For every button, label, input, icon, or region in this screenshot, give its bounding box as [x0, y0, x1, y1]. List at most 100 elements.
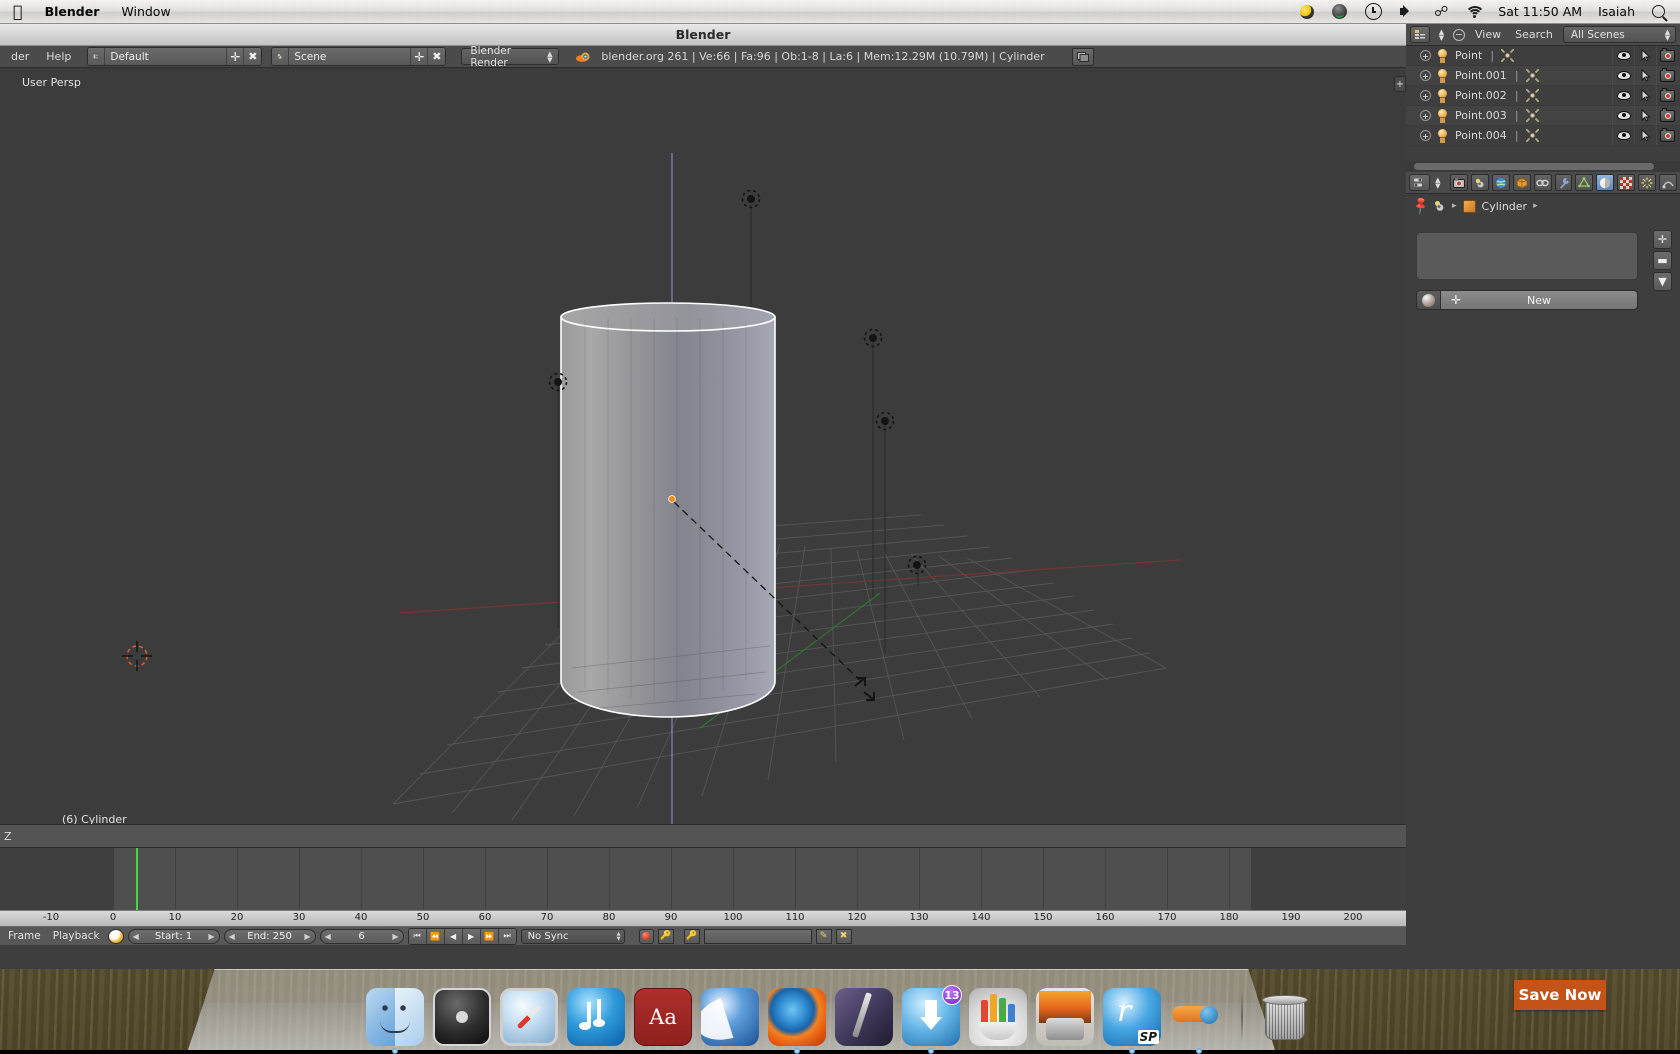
- constraints-tab[interactable]: [1534, 174, 1552, 191]
- object-tab[interactable]: [1513, 174, 1531, 191]
- report-icon[interactable]: [1072, 48, 1094, 66]
- material-sphere-icon[interactable]: [1416, 290, 1440, 310]
- eye-icon[interactable]: [1612, 66, 1634, 85]
- add-material-slot-icon[interactable]: ✛: [1653, 230, 1672, 249]
- screen-layout-name[interactable]: Default: [105, 48, 227, 65]
- jump-to-end-icon[interactable]: ⏭: [499, 929, 516, 944]
- scene-icon[interactable]: [272, 48, 289, 65]
- camera-icon[interactable]: [1656, 126, 1678, 145]
- cursor-icon[interactable]: [1634, 86, 1656, 105]
- face-icon[interactable]: [1323, 4, 1356, 19]
- dock-item-finder[interactable]: [366, 988, 424, 1046]
- scene-tab[interactable]: [1471, 174, 1489, 191]
- camera-icon[interactable]: [1656, 86, 1678, 105]
- material-slot-list[interactable]: [1416, 232, 1638, 280]
- lamp-data-icon[interactable]: [1526, 129, 1539, 142]
- eye-icon[interactable]: [1612, 106, 1634, 125]
- jump-to-start-icon[interactable]: ⏮: [409, 929, 427, 944]
- properties-editor[interactable]: ▲▼ 📌 ▸ Cylinder ▸ ✛ ▬ ▼: [1406, 172, 1680, 969]
- render-tab[interactable]: [1450, 174, 1468, 191]
- dock-item-google-earth[interactable]: [701, 988, 759, 1046]
- dock-item-brush-app[interactable]: [835, 988, 893, 1046]
- menu-help[interactable]: Help: [39, 48, 78, 66]
- breadcrumb-object-name[interactable]: Cylinder: [1482, 200, 1528, 213]
- particles-tab[interactable]: [1638, 174, 1656, 191]
- play-icon[interactable]: ▶: [463, 929, 481, 944]
- properties-editor-icon[interactable]: [1409, 174, 1430, 191]
- camera-icon[interactable]: [1656, 106, 1678, 125]
- keying-set-icon[interactable]: 🔑: [658, 929, 674, 944]
- time-machine-icon[interactable]: [1356, 3, 1391, 20]
- display-mode-icon[interactable]: [1453, 29, 1465, 41]
- play-reverse-icon[interactable]: ◀: [445, 929, 463, 944]
- viewport-properties-toggle-icon[interactable]: +: [1394, 76, 1406, 92]
- keying-set-field[interactable]: [704, 929, 812, 944]
- material-slot-menu-icon[interactable]: ▼: [1653, 272, 1672, 291]
- delete-keyframe-icon[interactable]: ✖: [836, 929, 852, 944]
- scene-icon[interactable]: [1433, 200, 1446, 212]
- physics-tab[interactable]: [1659, 174, 1677, 191]
- expand-icon[interactable]: [1420, 70, 1431, 81]
- wifi-icon[interactable]: [1457, 5, 1492, 18]
- camera-icon[interactable]: [1656, 66, 1678, 85]
- dock-item-dashboard[interactable]: [433, 988, 491, 1046]
- expand-icon[interactable]: [1420, 50, 1431, 61]
- 3d-viewport[interactable]: z x y User Persp (6) Cylinder +: [0, 68, 1406, 824]
- menu-clock[interactable]: Sat 11:50 AM: [1492, 4, 1590, 19]
- outliner-horizontal-scrollbar[interactable]: [1406, 161, 1680, 172]
- expand-icon[interactable]: [1420, 110, 1431, 121]
- editor-type-spinner-icon[interactable]: ▲▼: [1433, 174, 1443, 191]
- screen-layout-icon[interactable]: [88, 48, 105, 65]
- cursor-icon[interactable]: [1634, 46, 1656, 65]
- world-tab[interactable]: [1492, 174, 1510, 191]
- dock-item-downloads[interactable]: 13: [902, 988, 960, 1046]
- timeline-menu-playback[interactable]: Playback: [49, 930, 104, 942]
- bluetooth-icon[interactable]: ☍: [1425, 5, 1457, 19]
- screen-layout-delete-icon[interactable]: ✖: [244, 48, 261, 65]
- start-frame-field[interactable]: ◀Start: 1▶: [128, 929, 220, 944]
- timeline-ruler[interactable]: -20-100102030405060708090100110120130140…: [0, 910, 1406, 927]
- scene-name[interactable]: Scene: [289, 48, 411, 65]
- screen-layout-add-icon[interactable]: ✛: [227, 48, 244, 65]
- dock-item-dictionary[interactable]: [634, 988, 692, 1046]
- modifiers-tab[interactable]: [1555, 174, 1573, 191]
- scrollbar-thumb[interactable]: [1414, 163, 1654, 170]
- cursor-icon[interactable]: [1634, 66, 1656, 85]
- expand-icon[interactable]: [1420, 130, 1431, 141]
- current-frame-field[interactable]: ◀6▶: [320, 929, 404, 944]
- scene-filter-select[interactable]: All Scenes ▲▼: [1563, 26, 1676, 43]
- dock-item-iphoto[interactable]: [1036, 988, 1094, 1046]
- scene-add-icon[interactable]: ✛: [411, 48, 428, 65]
- next-keyframe-icon[interactable]: ⏩: [481, 929, 499, 944]
- dock-item-firefox[interactable]: [768, 988, 826, 1046]
- table-row[interactable]: Point.003 |: [1406, 106, 1680, 126]
- object-data-tab[interactable]: [1575, 174, 1593, 191]
- editor-type-spinner-icon[interactable]: ▲▼: [1436, 26, 1447, 43]
- auto-keyframe-icon[interactable]: [108, 929, 124, 944]
- outliner-editor[interactable]: ▲▼ View Search All Scenes ▲▼ Point |: [1406, 24, 1680, 172]
- remove-material-slot-icon[interactable]: ▬: [1653, 251, 1672, 270]
- record-icon[interactable]: [639, 929, 654, 944]
- spotlight-search-icon[interactable]: [1643, 5, 1674, 18]
- outliner-menu-search[interactable]: Search: [1511, 26, 1557, 44]
- menu-window[interactable]: Window: [110, 0, 181, 24]
- expand-icon[interactable]: [1420, 90, 1431, 101]
- timeline-editor[interactable]: -20-100102030405060708090100110120130140…: [0, 848, 1406, 945]
- object-cube-icon[interactable]: [1463, 200, 1476, 213]
- previous-keyframe-icon[interactable]: ⏪: [427, 929, 445, 944]
- scene-delete-icon[interactable]: ✖: [428, 48, 445, 65]
- pin-icon[interactable]: 📌: [1411, 197, 1429, 215]
- menu-render-partial[interactable]: der: [4, 48, 36, 66]
- lamp-data-icon[interactable]: [1526, 109, 1539, 122]
- timeline-track-area[interactable]: [0, 848, 1406, 910]
- menu-user-name[interactable]: Isaiah: [1590, 4, 1643, 19]
- eye-icon[interactable]: [1612, 86, 1634, 105]
- outliner-editor-icon[interactable]: [1410, 26, 1430, 43]
- texture-tab[interactable]: [1617, 174, 1635, 191]
- camera-icon[interactable]: [1656, 46, 1678, 65]
- table-row[interactable]: Point.001 |: [1406, 66, 1680, 86]
- menu-app-name[interactable]: Blender: [34, 0, 111, 24]
- table-row[interactable]: Point.002 |: [1406, 86, 1680, 106]
- dock-item-trash[interactable]: [1256, 988, 1314, 1046]
- outliner-menu-view[interactable]: View: [1471, 26, 1505, 44]
